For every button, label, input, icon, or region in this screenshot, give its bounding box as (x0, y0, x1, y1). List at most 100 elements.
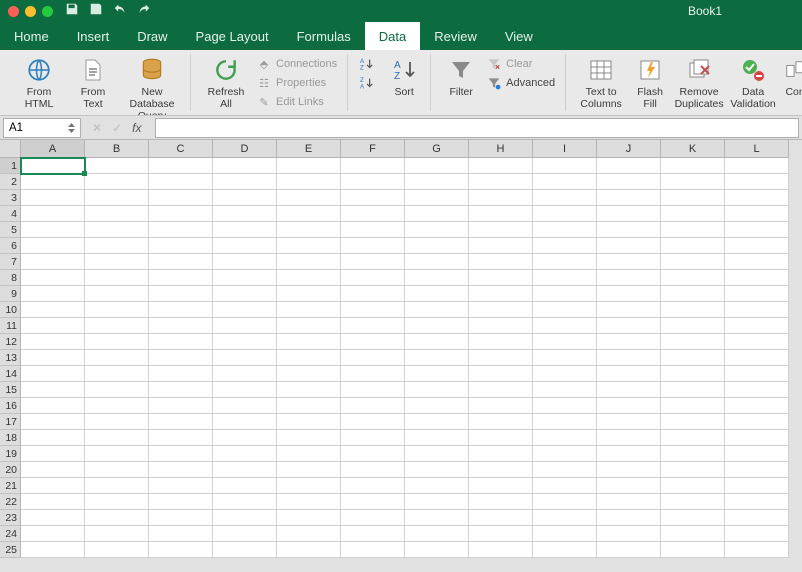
cell[interactable] (725, 190, 789, 206)
cell[interactable] (469, 270, 533, 286)
cell[interactable] (213, 350, 277, 366)
cell[interactable] (533, 462, 597, 478)
cell[interactable] (661, 238, 725, 254)
cell[interactable] (533, 510, 597, 526)
cell[interactable] (405, 382, 469, 398)
cell[interactable] (405, 478, 469, 494)
row-header[interactable]: 23 (0, 510, 21, 526)
cell[interactable] (341, 302, 405, 318)
cell[interactable] (725, 270, 789, 286)
cell[interactable] (725, 382, 789, 398)
cell[interactable] (213, 254, 277, 270)
cell[interactable] (341, 430, 405, 446)
cell[interactable] (597, 478, 661, 494)
properties-button[interactable]: ☷Properties (253, 75, 341, 91)
cell[interactable] (405, 174, 469, 190)
new-database-query-button[interactable]: New Database Query (120, 54, 184, 116)
cell[interactable] (725, 446, 789, 462)
cell[interactable] (533, 158, 597, 174)
cell[interactable] (341, 254, 405, 270)
column-header[interactable]: G (405, 140, 469, 158)
cell[interactable] (149, 270, 213, 286)
formula-input[interactable] (155, 118, 799, 138)
cell[interactable] (597, 414, 661, 430)
row-header[interactable]: 14 (0, 366, 21, 382)
cell[interactable] (85, 542, 149, 558)
tab-review[interactable]: Review (420, 22, 491, 50)
cell[interactable] (149, 510, 213, 526)
cell[interactable] (85, 190, 149, 206)
cell[interactable] (469, 286, 533, 302)
cell[interactable] (149, 222, 213, 238)
remove-duplicates-button[interactable]: Remove Duplicates (672, 54, 726, 112)
cell[interactable] (21, 302, 85, 318)
redo-icon[interactable] (137, 2, 151, 21)
row-header[interactable]: 2 (0, 174, 21, 190)
from-html-button[interactable]: From HTML (12, 54, 66, 112)
cell[interactable] (533, 302, 597, 318)
cell[interactable] (85, 510, 149, 526)
row-header[interactable]: 10 (0, 302, 21, 318)
cell[interactable] (341, 414, 405, 430)
cell[interactable] (725, 414, 789, 430)
cell[interactable] (277, 430, 341, 446)
cell[interactable] (21, 398, 85, 414)
cell[interactable] (277, 270, 341, 286)
cell[interactable] (597, 158, 661, 174)
cell[interactable] (277, 350, 341, 366)
cell[interactable] (533, 318, 597, 334)
cell[interactable] (341, 366, 405, 382)
cell[interactable] (85, 430, 149, 446)
cell[interactable] (405, 206, 469, 222)
cell[interactable] (533, 542, 597, 558)
cell[interactable] (149, 318, 213, 334)
cell[interactable] (213, 510, 277, 526)
cell[interactable] (533, 270, 597, 286)
cell[interactable] (149, 286, 213, 302)
cell[interactable] (533, 254, 597, 270)
cell[interactable] (661, 254, 725, 270)
cell[interactable] (597, 526, 661, 542)
cell[interactable] (661, 494, 725, 510)
cell[interactable] (469, 222, 533, 238)
cell[interactable] (149, 174, 213, 190)
cell[interactable] (725, 206, 789, 222)
cell[interactable] (149, 382, 213, 398)
column-header[interactable]: L (725, 140, 789, 158)
select-all-corner[interactable] (0, 140, 21, 158)
flash-fill-button[interactable]: Flash Fill (628, 54, 672, 112)
cell[interactable] (85, 446, 149, 462)
cell[interactable] (405, 494, 469, 510)
row-header[interactable]: 21 (0, 478, 21, 494)
row-header[interactable]: 9 (0, 286, 21, 302)
cell[interactable] (597, 206, 661, 222)
row-header[interactable]: 4 (0, 206, 21, 222)
cell[interactable] (597, 398, 661, 414)
cell[interactable] (85, 174, 149, 190)
cell[interactable] (597, 350, 661, 366)
cell[interactable] (469, 446, 533, 462)
cell[interactable] (341, 494, 405, 510)
cell[interactable] (597, 254, 661, 270)
cell[interactable] (21, 366, 85, 382)
cell[interactable] (661, 158, 725, 174)
sort-desc-button[interactable]: ZA (356, 75, 378, 91)
row-header[interactable]: 5 (0, 222, 21, 238)
cell[interactable] (149, 206, 213, 222)
cell[interactable] (277, 526, 341, 542)
cell[interactable] (21, 174, 85, 190)
cell[interactable] (405, 334, 469, 350)
data-validation-button[interactable]: Data Validation (726, 54, 780, 112)
cell[interactable] (661, 318, 725, 334)
cell[interactable] (277, 238, 341, 254)
save-alt-icon[interactable] (89, 2, 103, 21)
cell[interactable] (533, 414, 597, 430)
cell[interactable] (725, 430, 789, 446)
cell[interactable] (469, 382, 533, 398)
cell[interactable] (277, 542, 341, 558)
cell[interactable] (405, 302, 469, 318)
cell[interactable] (277, 478, 341, 494)
cell[interactable] (725, 318, 789, 334)
cell[interactable] (149, 478, 213, 494)
consolidate-button[interactable]: Con (780, 54, 802, 100)
